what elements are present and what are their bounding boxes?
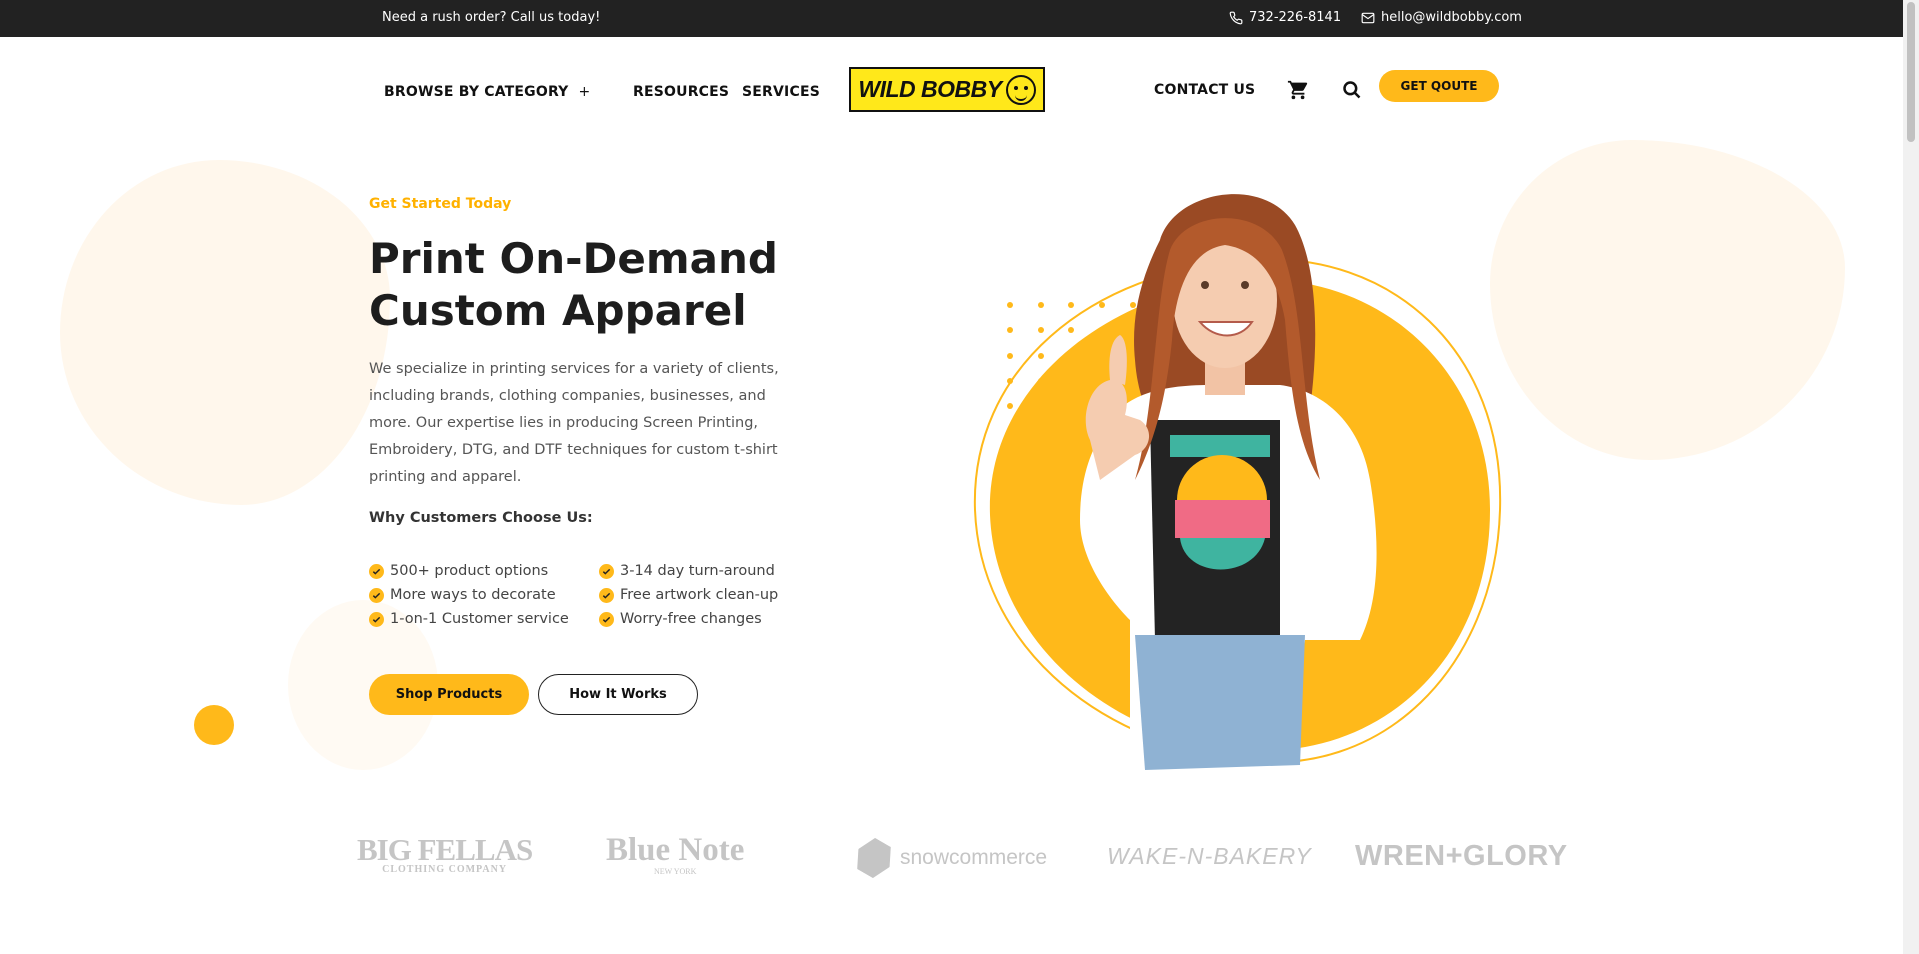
- check-icon: [369, 611, 384, 627]
- site-logo[interactable]: WILD BOBBY: [849, 67, 1045, 112]
- decorative-dot: [194, 705, 234, 745]
- hero-model-image: [973, 194, 1502, 770]
- email-address: hello@wildbobby.com: [1381, 10, 1522, 25]
- snowflake-icon: [849, 833, 898, 882]
- feature-item: 1-on-1 Customer service: [369, 611, 599, 627]
- brand-logo-blue-note: Blue Note NEW YORK: [606, 832, 744, 876]
- check-icon: [599, 587, 614, 603]
- mail-icon: [1361, 12, 1375, 23]
- feature-label: Worry-free changes: [620, 611, 762, 627]
- feature-item: More ways to decorate: [369, 587, 599, 603]
- hero-title: Print On-Demand Custom Apparel: [369, 234, 778, 335]
- brand-logo-snowcommerce: snowcommerce: [856, 840, 1047, 876]
- phone-number: 732-226-8141: [1249, 10, 1342, 25]
- scrollbar-thumb[interactable]: [1907, 2, 1915, 142]
- shop-products-button[interactable]: Shop Products: [369, 674, 529, 715]
- how-it-works-button[interactable]: How It Works: [538, 674, 698, 715]
- check-icon: [599, 563, 614, 579]
- main-nav: BROWSE BY CATEGORY + RESOURCES SERVICES W…: [0, 37, 1903, 137]
- page-scrollbar[interactable]: [1903, 0, 1919, 954]
- nav-browse-by-category[interactable]: BROWSE BY CATEGORY +: [384, 84, 590, 100]
- cart-icon: [1287, 80, 1308, 100]
- feature-label: Free artwork clean-up: [620, 587, 779, 603]
- email-link[interactable]: hello@wildbobby.com: [1361, 10, 1522, 25]
- feature-label: 500+ product options: [390, 563, 549, 579]
- brand-big-fellas-sub: CLOTHING COMPANY: [382, 864, 508, 875]
- decorative-blob: [1490, 140, 1845, 460]
- brand-blue-note-sub: NEW YORK: [653, 867, 697, 876]
- brand-logo-wake-n-bakery: WAKE-N-BAKERY: [1107, 843, 1312, 869]
- phone-link[interactable]: 732-226-8141: [1229, 10, 1341, 25]
- check-icon: [369, 563, 384, 579]
- feature-item: Worry-free changes: [599, 611, 809, 627]
- brand-logo-big-fellas: BIG FELLAS CLOTHING COMPANY: [357, 832, 533, 875]
- feature-label: More ways to decorate: [390, 587, 556, 603]
- logo-mascot-icon: [1005, 74, 1036, 105]
- rush-order-text: Need a rush order? Call us today!: [382, 10, 601, 25]
- top-bar: Need a rush order? Call us today! 732-22…: [0, 0, 1903, 37]
- brand-logo-wren-glory: WREN+GLORY: [1355, 840, 1568, 872]
- feature-item: 3-14 day turn-around: [599, 563, 809, 579]
- hero-description: We specialize in printing services for a…: [369, 361, 779, 485]
- nav-resources[interactable]: RESOURCES: [633, 84, 729, 100]
- search-button[interactable]: [1339, 77, 1365, 103]
- cart-button[interactable]: [1285, 77, 1311, 103]
- plus-icon: +: [578, 84, 591, 100]
- check-icon: [369, 587, 384, 603]
- check-icon: [599, 611, 614, 627]
- nav-browse-label: BROWSE BY CATEGORY: [384, 84, 569, 100]
- feature-label: 1-on-1 Customer service: [390, 611, 569, 627]
- brand-blue-note-name: Blue Note: [606, 832, 745, 868]
- feature-list: 500+ product options 3-14 day turn-aroun…: [369, 563, 809, 627]
- feature-item: Free artwork clean-up: [599, 587, 809, 603]
- why-heading: Why Customers Choose Us:: [369, 510, 593, 526]
- phone-icon: [1229, 11, 1243, 24]
- feature-item: 500+ product options: [369, 563, 599, 579]
- search-icon: [1343, 81, 1361, 99]
- nav-services[interactable]: SERVICES: [742, 84, 820, 100]
- logo-text: WILD BOBBY: [858, 76, 1002, 102]
- nav-contact-us[interactable]: CONTACT US: [1154, 82, 1255, 98]
- brand-big-fellas-name: BIG FELLAS: [357, 832, 533, 867]
- hero-eyebrow: Get Started Today: [369, 196, 512, 212]
- feature-label: 3-14 day turn-around: [620, 563, 775, 579]
- decorative-blob: [60, 160, 390, 505]
- brand-snowcommerce-name: snowcommerce: [900, 846, 1048, 869]
- get-quote-button[interactable]: GET QOUTE: [1379, 70, 1499, 102]
